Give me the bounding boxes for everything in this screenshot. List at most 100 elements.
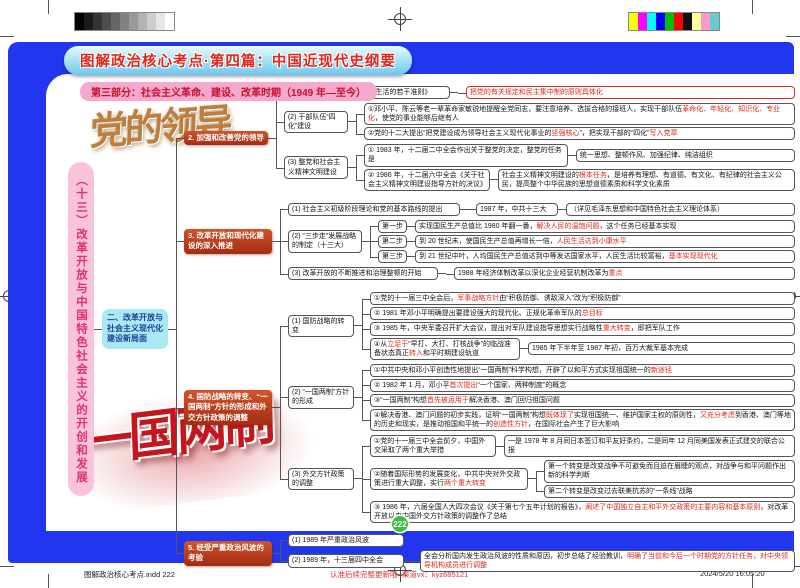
connector-line xyxy=(450,92,458,93)
topic-row: (3) 外交方针政策的调整①党的十一届三中全会前夕，中国外交采取了两个重大举措一… xyxy=(280,433,795,525)
detail-row: 第一步实现国民生产总值比 1980 年翻一番，解决人民的温饱问题，这个任务已经基… xyxy=(370,219,795,234)
detail-box: 全会分析国内发生政治风波的性质和原因，初步总结了经验教训，明确了当前和今后一个时… xyxy=(420,550,795,572)
step-tag: 第三步 xyxy=(378,250,407,263)
detail-row: 1988 年经济体制改革以深化企业经营机制改革为重点 xyxy=(446,266,795,281)
book-page: { "header": { "band_title": "图解政治核心考点·第四… xyxy=(0,0,800,588)
chapter-title-box: （十三）改革开放与中国特色社会主义的开创和发展 xyxy=(68,162,94,497)
step-tag: 第二步 xyxy=(378,235,407,248)
mindmap-tree: （十三）改革开放与中国特色社会主义的开创和发展二、改革开放与社会主义现代化建设新… xyxy=(68,80,795,578)
connector-line xyxy=(272,407,280,408)
connector-line xyxy=(348,121,356,122)
color-swatch xyxy=(710,13,719,30)
page-number-badge: 222 xyxy=(392,516,408,532)
highlighted-text: 军事战略方针 xyxy=(457,295,499,302)
detail-row: ③“一国两制”构想首先被运用于解决香港、澳门回归祖国问题 xyxy=(362,393,795,408)
group-label-box: 4. 国防战略的转变、“一国两制”方针的形成和外交方针政策的调整 xyxy=(184,390,272,424)
cmyk-color-bar xyxy=(628,12,720,31)
detail-box: 实现国民生产总值比 1980 年翻一番，解决人民的温饱问题，这个任务已经基本实现 xyxy=(415,220,795,233)
detail-row: ②党的十二大提出“把党建设成为领导社会主义现代化事业的坚强核心”，把实现干部的“… xyxy=(356,126,795,141)
detail-box: ①党的十一届三中全会前夕，中国外交采取了两个重大举措 xyxy=(370,435,496,457)
detail-box: ①邓小平、陈云等老一辈革命家敏锐地提醒全党同志，要注意培养、选拔合格的接班人，实… xyxy=(364,103,795,125)
color-swatch xyxy=(147,13,156,30)
group-label-box: 3. 改革开放和现代化建设的深入推进 xyxy=(184,229,272,253)
crop-mark xyxy=(752,0,753,14)
detail-list: ①中共中央和邓小平创造性地提出“一国两制”科学构想，开辟了以和平方式实现祖国统一… xyxy=(362,363,795,432)
detail-box: 1988 年经济体制改革以深化企业经营机制改革为重点 xyxy=(454,267,795,280)
detail-box: ① 1983 年，十二届二中全会作出关于整党的决定，整党的任务是 xyxy=(364,144,568,166)
side-note-box: 1985 年下半年至 1987 年初，百万大裁军基本完成 xyxy=(528,342,795,355)
detail-box: ② 1986 年，十二届六中全会《关于社会主义精神文明建设指导方针的决议》 xyxy=(364,169,490,191)
color-swatch xyxy=(129,13,138,30)
connector-line xyxy=(348,167,356,168)
highlighted-text: 既体现了 xyxy=(546,412,574,419)
topic-label-box: (2) 1989 年，十三届四中全会 xyxy=(288,554,404,567)
topic-row: (3) 改革开放的不断推进和治理整顿的开始 1988 年经济体制改革以深化企业经营… xyxy=(280,265,795,282)
detail-row: ② 1981 年邓小平明确提出要建设强大的现代化、正规化革命军队的总目标 xyxy=(362,306,795,321)
topic-label-box: (1) 国防战略的转变 xyxy=(288,315,354,337)
color-swatch xyxy=(111,13,120,30)
highlighted-text: 重大转变 xyxy=(603,325,631,332)
detail-row: ②随着国际形势的发展变化，中共中央对外交政策进行重大调整，实行两个重大转变第一个… xyxy=(362,458,795,499)
detail-row: ④解决香港、澳门问题的初步实践，证明“一国两制”构想既体现了实现祖国统一、维护国… xyxy=(362,408,795,432)
crop-mark xyxy=(0,36,14,37)
detail-row: 把党的有关规定和民主集中制的原则具体化 xyxy=(458,85,795,100)
group-list: 2. 加强和改善党的领导(1) 1980 年，《关于党内政治生活的若干准则》把党… xyxy=(176,80,795,578)
color-swatch xyxy=(120,13,129,30)
side-note-box: 第一个转变是改变战争不可避免而且迫在眉睫的观点，对战争与和平问题作出新的科学判断 xyxy=(544,460,795,482)
crop-mark xyxy=(0,566,14,567)
detail-row: ② 1982 年 1 月，邓小平首次提出“一个国家、两种制度”的概念 xyxy=(362,378,795,393)
connector-line xyxy=(354,478,362,479)
connector-line xyxy=(438,273,446,274)
crop-mark xyxy=(48,574,49,588)
detail-row: ③ 1986 年，六届全国人大四次会议《关于第七个五年计划的报告》，阐述了中国独… xyxy=(362,500,795,524)
side-note-row: 第一个转变是改变战争不可避免而且迫在眉睫的观点，对战争与和平问题作出新的科学判断 xyxy=(536,459,795,483)
detail-list: 第一步实现国民生产总值比 1980 年翻一番，解决人民的温饱问题，这个任务已经基… xyxy=(370,219,795,264)
topic-label-box: (3) 整党和社会主义精神文明建设 xyxy=(284,156,348,178)
highlighted-text: 又充分考虑 xyxy=(700,412,735,419)
detail-row: ①中共中央和邓小平创造性地提出“一国两制”科学构想，开辟了以和平方式实现祖国统一… xyxy=(362,363,795,378)
connector-line xyxy=(354,325,362,326)
connector-line xyxy=(407,226,415,227)
highlighted-text: 首次提出 xyxy=(450,382,478,389)
topic-label-box: (2) 干部队伍“四化”建设 xyxy=(284,111,348,133)
connector-line xyxy=(528,478,536,479)
detail-list: 1987 年，中共十三大（详见毛泽东思想和中国特色社会主义理论体系） xyxy=(468,202,795,217)
detail-box: 到 21 世纪中叶，人均国民生产总值达到中等发达国家水平，人民生活比较富裕，基本… xyxy=(415,250,795,263)
connector-line xyxy=(490,179,498,180)
detail-box: ②党的十二大提出“把党建设成为领导社会主义现代化事业的坚强核心”，把实现干部的“… xyxy=(364,127,795,140)
detail-box: ④解决香港、澳门问题的初步实践，证明“一国两制”构想既体现了实现祖国统一、维护国… xyxy=(370,409,795,431)
detail-box: ② 1981 年邓小平明确提出要建设强大的现代化、正规化革命军队的总目标 xyxy=(370,307,795,320)
color-swatch xyxy=(75,13,84,30)
crop-mark xyxy=(786,36,800,37)
detail-row: 第三步到 21 世纪中叶，人均国民生产总值达到中等发达国家水平，人民生活比较富裕… xyxy=(370,249,795,264)
highlighted-text: 总目标 xyxy=(582,310,603,317)
connector-line xyxy=(272,241,280,242)
connector-line xyxy=(354,397,362,398)
highlighted-text: 把党的有关规定和民主集中制的原则具体化 xyxy=(470,89,603,96)
side-note-box: 第二个转变是改变过去联美抗苏的“一条线”战略 xyxy=(544,485,795,498)
highlighted-text: 人民生活达到小康水平 xyxy=(557,238,627,245)
connector-line xyxy=(558,209,566,210)
crop-mark xyxy=(48,0,49,14)
detail-row: 第二步到 20 世纪末，使国民生产总值再增长一倍，人民生活达到小康水平 xyxy=(370,234,795,249)
color-swatch xyxy=(93,13,102,30)
highlighted-text: 阐述了中国独立自主和平外交政策的主要内容和基本原则 xyxy=(585,504,760,511)
detail-list: ①邓小平、陈云等老一辈革命家敏锐地提醒全党同志，要注意培养、选拔合格的接班人，实… xyxy=(356,102,795,141)
topic-row: (2) 1989 年，十三届四中全会 全会分析国内发生政治风波的性质和原因，初步总… xyxy=(280,548,795,574)
topic-list: (1) 1989 年严重政治风波 (2) 1989 年，十三届四中全会 全会分析国内… xyxy=(280,533,795,574)
page-title: 图解政治核心考点·第四篇：中国近现代史纲要 xyxy=(64,46,412,75)
topic-list: (1) 社会主义初级阶段理论和党的基本路线的提出1987 年，中共十三大（详见毛… xyxy=(280,201,795,282)
highlighted-text: 立足于 xyxy=(387,341,408,348)
topic-label-box: (3) 改革开放的不断推进和治理整顿的开始 xyxy=(288,267,438,280)
group-label-box: 5. 经受严重政治风波的考验 xyxy=(184,541,272,565)
detail-box: ③“一国两制”构想首先被运用于解决香港、澳门回归祖国问题 xyxy=(370,394,795,407)
detail-list: ①党的十一届三中全会前夕，中国外交采取了两个重大举措一是 1978 年 8 月同… xyxy=(362,434,795,524)
color-swatch xyxy=(665,13,674,30)
detail-box: ①中共中央和邓小平创造性地提出“一国两制”科学构想，开辟了以和平方式实现祖国统一… xyxy=(370,364,795,377)
connector-line xyxy=(94,329,102,330)
topic-label-box: (1) 1989 年严重政治风波 xyxy=(288,534,404,547)
detail-box: ②随着国际形势的发展变化，中共中央对外交政策进行重大调整，实行两个重大转变 xyxy=(370,468,528,490)
theme-box: 二、改革开放与社会主义现代化建设新局面 xyxy=(102,309,168,349)
connector-line xyxy=(568,155,576,156)
side-note-row: 第二个转变是改变过去联美抗苏的“一条线”战略 xyxy=(536,484,795,499)
